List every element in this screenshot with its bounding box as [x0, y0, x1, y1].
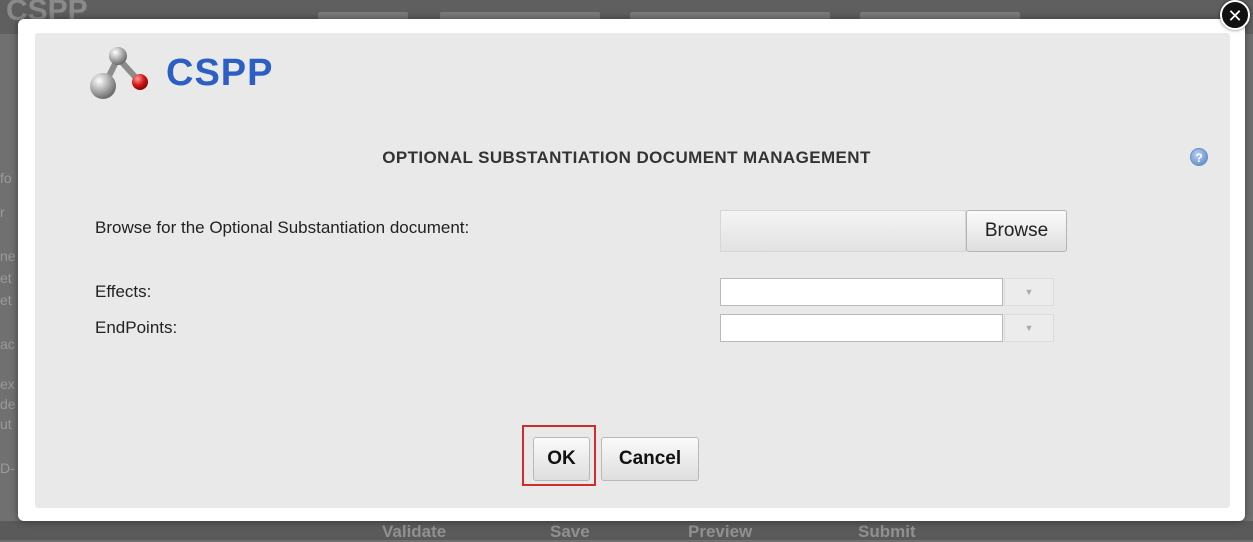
- cancel-button[interactable]: Cancel: [601, 437, 699, 481]
- background-text: et: [0, 270, 12, 286]
- background-text: D-: [0, 460, 15, 476]
- background-save-button: Save: [550, 522, 590, 541]
- endpoints-label: EndPoints:: [95, 318, 178, 337]
- background-text: r: [0, 204, 5, 220]
- chevron-down-icon[interactable]: ▼: [1004, 278, 1054, 306]
- background-text: ac: [0, 336, 15, 352]
- browse-label: Browse for the Optional Substantiation d…: [95, 218, 470, 237]
- endpoints-select[interactable]: [720, 314, 1003, 342]
- background-text: et: [0, 292, 12, 308]
- background-text: ex: [0, 376, 15, 392]
- background-text: ne: [0, 248, 16, 264]
- logo-text: CSPP: [166, 52, 274, 94]
- ok-button[interactable]: OK: [533, 437, 590, 481]
- effects-label: Effects:: [95, 282, 152, 301]
- background-text: de: [0, 396, 16, 412]
- background-text: fo: [0, 170, 12, 186]
- chevron-down-icon[interactable]: ▼: [1004, 314, 1054, 342]
- close-icon[interactable]: ✕: [1220, 0, 1250, 30]
- molecule-icon: [90, 47, 148, 99]
- background-validate-button: Validate: [382, 522, 447, 541]
- effects-select[interactable]: [720, 278, 1003, 306]
- background-text: ut: [0, 416, 12, 432]
- background-preview-button: Preview: [688, 522, 753, 541]
- dialog-title: OPTIONAL SUBSTANTIATION DOCUMENT MANAGEM…: [382, 148, 871, 167]
- file-path-field[interactable]: [720, 210, 966, 252]
- background-footer: [0, 521, 1253, 540]
- browse-button[interactable]: Browse: [966, 210, 1067, 252]
- background-submit-button: Submit: [858, 522, 916, 541]
